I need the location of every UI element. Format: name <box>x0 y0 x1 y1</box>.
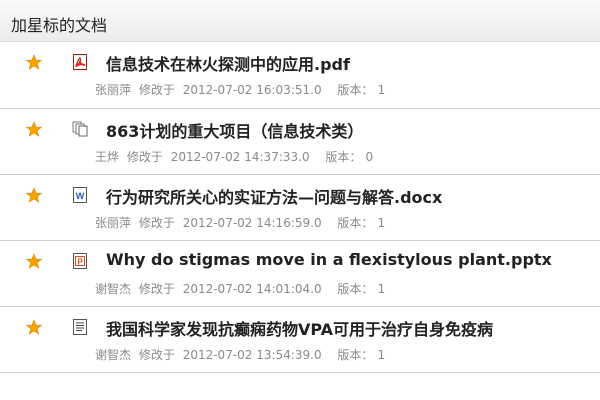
modified-timestamp: 2012-07-02 14:01:04.0 <box>182 282 322 296</box>
version-number: 1 <box>377 348 386 362</box>
star-icon[interactable] <box>25 121 43 137</box>
svg-text:P: P <box>77 258 83 267</box>
document-author: 谢智杰 <box>95 348 132 362</box>
star-icon[interactable] <box>25 253 43 269</box>
pdf-icon <box>72 54 88 70</box>
document-author: 张丽萍 <box>95 216 132 230</box>
document-title-link[interactable]: 行为研究所关心的实证方法—问题与解答.docx <box>106 184 442 208</box>
document-title-link[interactable]: 863计划的重大项目（信息技术类） <box>106 118 363 142</box>
page-header: 加星标的文档 <box>0 0 600 42</box>
list-item: 我国科学家发现抗癫痫药物VPA可用于治疗自身免疫病 谢智杰 修改于 2012-0… <box>0 307 600 373</box>
document-author: 张丽萍 <box>95 83 132 97</box>
text-doc-icon <box>72 319 88 335</box>
document-author: 王烨 <box>95 150 120 164</box>
modified-label: 修改于 <box>138 348 175 362</box>
ppt-icon: P <box>72 253 88 269</box>
document-author: 谢智杰 <box>95 282 132 296</box>
version-label: 版本： <box>337 348 374 362</box>
document-meta: 张丽萍 修改于 2012-07-02 16:03:51.0 版本： 1 <box>95 81 389 98</box>
document-title-link[interactable]: 信息技术在林火探测中的应用.pdf <box>106 51 350 75</box>
word-doc-icon: W <box>72 187 88 203</box>
star-icon[interactable] <box>25 187 43 203</box>
modified-timestamp: 2012-07-02 14:37:33.0 <box>170 150 310 164</box>
version-number: 0 <box>365 150 374 164</box>
version-label: 版本： <box>337 216 374 230</box>
version-number: 1 <box>377 216 386 230</box>
modified-label: 修改于 <box>126 150 163 164</box>
modified-label: 修改于 <box>138 83 175 97</box>
document-title-link[interactable]: 我国科学家发现抗癫痫药物VPA可用于治疗自身免疫病 <box>106 316 493 340</box>
modified-timestamp: 2012-07-02 16:03:51.0 <box>182 83 322 97</box>
document-meta: 谢智杰 修改于 2012-07-02 13:54:39.0 版本： 1 <box>95 346 389 363</box>
version-label: 版本： <box>325 150 362 164</box>
version-label: 版本： <box>337 83 374 97</box>
version-label: 版本： <box>337 282 374 296</box>
document-list: 信息技术在林火探测中的应用.pdf 张丽萍 修改于 2012-07-02 16:… <box>0 42 600 373</box>
multi-doc-icon <box>72 121 88 137</box>
star-icon[interactable] <box>25 319 43 335</box>
document-title-link[interactable]: Why do stigmas move in a flexistylous pl… <box>106 250 552 269</box>
list-item: 信息技术在林火探测中的应用.pdf 张丽萍 修改于 2012-07-02 16:… <box>0 42 600 109</box>
document-meta: 谢智杰 修改于 2012-07-02 14:01:04.0 版本： 1 <box>95 280 389 297</box>
star-icon[interactable] <box>25 54 43 70</box>
list-item: W 行为研究所关心的实证方法—问题与解答.docx 张丽萍 修改于 2012-0… <box>0 175 600 241</box>
document-meta: 张丽萍 修改于 2012-07-02 14:16:59.0 版本： 1 <box>95 214 389 231</box>
list-item: 863计划的重大项目（信息技术类） 王烨 修改于 2012-07-02 14:3… <box>0 109 600 175</box>
modified-timestamp: 2012-07-02 14:16:59.0 <box>182 216 322 230</box>
modified-timestamp: 2012-07-02 13:54:39.0 <box>182 348 322 362</box>
modified-label: 修改于 <box>138 282 175 296</box>
page-title: 加星标的文档 <box>11 16 108 35</box>
version-number: 1 <box>377 83 386 97</box>
version-number: 1 <box>377 282 386 296</box>
modified-label: 修改于 <box>138 216 175 230</box>
list-item: P Why do stigmas move in a flexistylous … <box>0 241 600 307</box>
svg-text:W: W <box>76 191 85 201</box>
document-meta: 王烨 修改于 2012-07-02 14:37:33.0 版本： 0 <box>95 148 377 165</box>
